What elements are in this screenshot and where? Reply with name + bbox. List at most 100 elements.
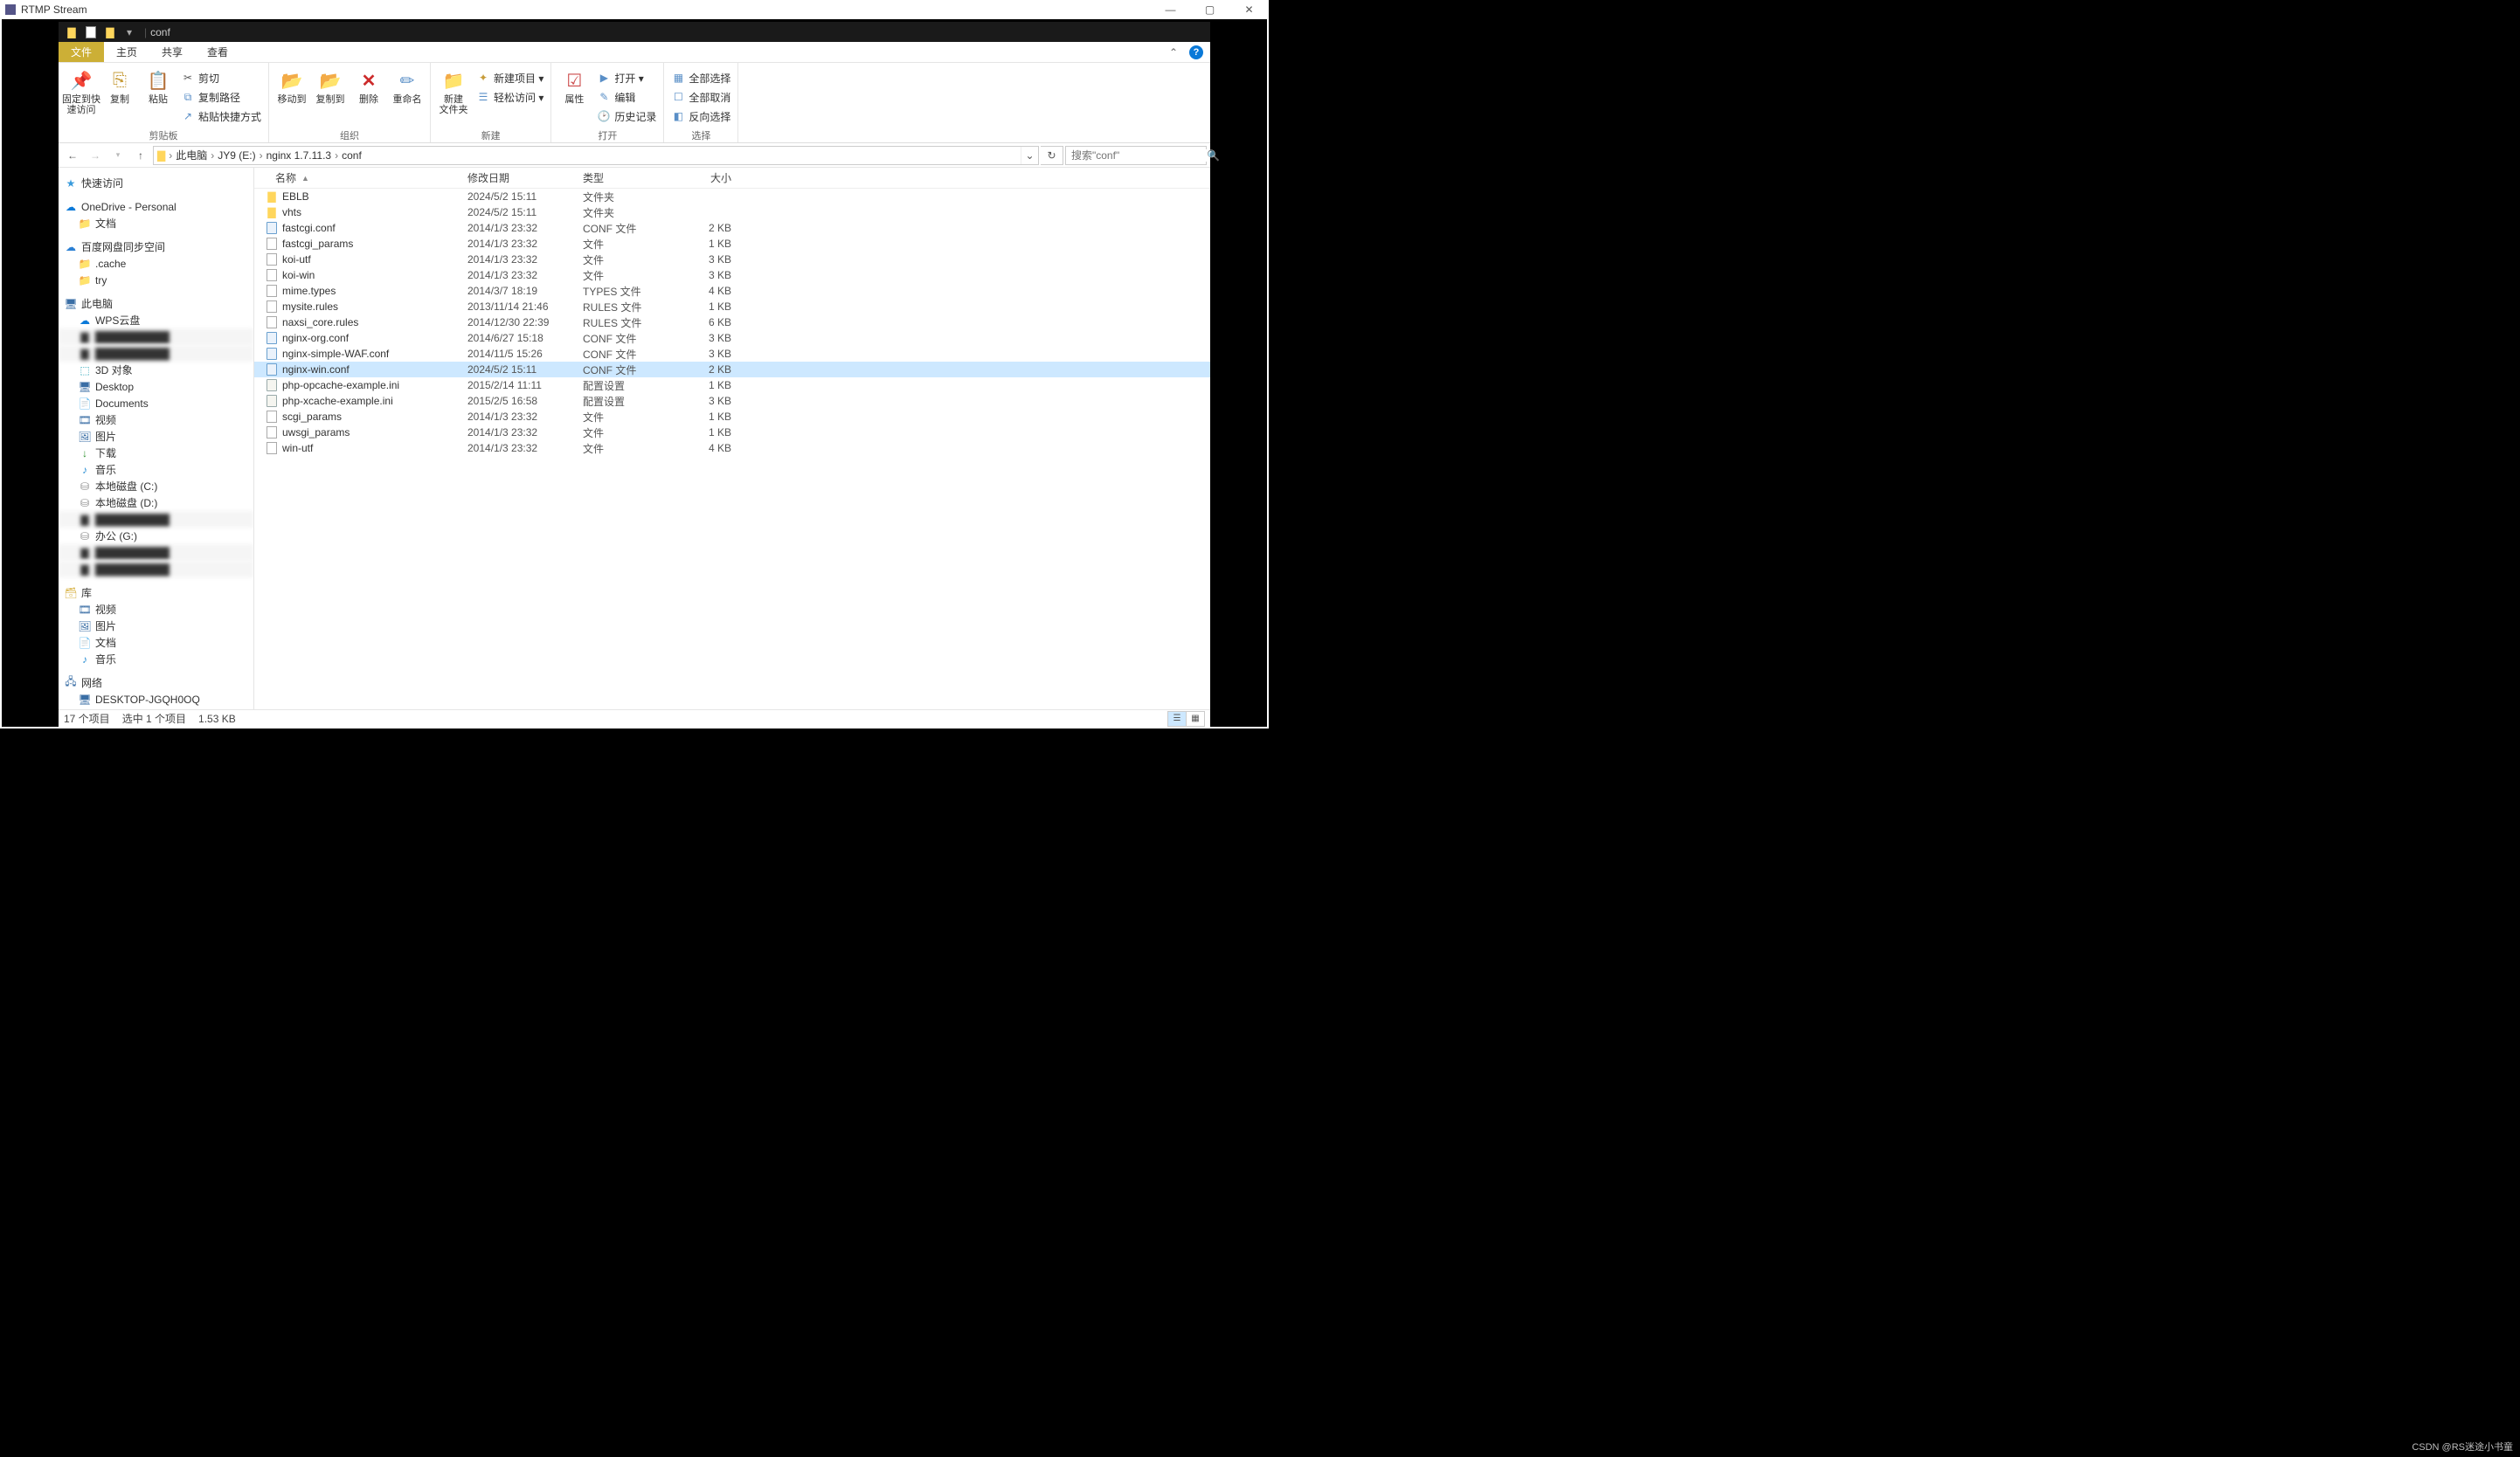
file-row[interactable]: php-xcache-example.ini2015/2/5 16:58配置设置…	[254, 393, 1210, 409]
nav-item[interactable]: ⛁本地磁盘 (C:)	[59, 478, 253, 494]
copypath-button[interactable]: ⧉复制路径	[177, 87, 265, 107]
nav-item[interactable]: ⛁办公 (G:)	[59, 528, 253, 544]
tab-share[interactable]: 共享	[149, 42, 195, 62]
nav-item[interactable]: ▇██████████	[59, 511, 253, 528]
nav-item[interactable]: 🖥DESKTOP-JGQH0OQ	[59, 691, 253, 708]
delete-button[interactable]: ✕删除	[350, 65, 388, 105]
selectall-button[interactable]: ▦全部选择	[668, 68, 734, 87]
file-row[interactable]: win-utf2014/1/3 23:32文件4 KB	[254, 440, 1210, 456]
search-input[interactable]	[1071, 149, 1207, 162]
invert-button[interactable]: ◧反向选择	[668, 107, 734, 126]
chevron-right-icon[interactable]: ›	[167, 149, 174, 162]
tab-file[interactable]: 文件	[59, 42, 104, 62]
nav-group-title[interactable]: ☁OneDrive - Personal	[59, 198, 253, 215]
nav-item[interactable]: ☁WPS云盘	[59, 312, 253, 328]
file-row[interactable]: mysite.rules2013/11/14 21:46RULES 文件1 KB	[254, 299, 1210, 314]
tab-home[interactable]: 主页	[104, 42, 149, 62]
cut-button[interactable]: ✂剪切	[177, 68, 265, 87]
history-button[interactable]: 🕑历史记录	[593, 107, 660, 126]
up-button[interactable]: ↑	[130, 145, 151, 166]
icons-view-button[interactable]: ▦	[1186, 711, 1205, 727]
search-box[interactable]: 🔍	[1065, 146, 1207, 165]
copy-button[interactable]: ⎘复制	[100, 65, 139, 105]
file-row[interactable]: ▇EBLB2024/5/2 15:11文件夹	[254, 189, 1210, 204]
nav-item[interactable]: 🖥Desktop	[59, 378, 253, 395]
nav-item[interactable]: 📁文档	[59, 215, 253, 231]
file-row[interactable]: nginx-simple-WAF.conf2014/11/5 15:26CONF…	[254, 346, 1210, 362]
file-row[interactable]: php-opcache-example.ini2015/2/14 11:11配置…	[254, 377, 1210, 393]
newitem-button[interactable]: ✦新建项目 ▾	[473, 68, 547, 87]
nav-item[interactable]: 📁.cache	[59, 255, 253, 272]
close-button[interactable]: ✕	[1229, 0, 1269, 19]
nav-item[interactable]: 📁try	[59, 272, 253, 288]
properties-button[interactable]: ☑属性	[555, 65, 593, 105]
col-type[interactable]: 类型	[583, 170, 682, 185]
search-icon[interactable]: 🔍	[1207, 149, 1220, 162]
chevron-right-icon[interactable]: ›	[258, 149, 265, 162]
minimize-button[interactable]: —	[1151, 0, 1190, 19]
file-row[interactable]: uwsgi_params2014/1/3 23:32文件1 KB	[254, 425, 1210, 440]
breadcrumb-seg[interactable]: 此电脑	[174, 148, 209, 162]
nav-group-title[interactable]: ☁百度网盘同步空间	[59, 238, 253, 255]
file-row[interactable]: nginx-org.conf2014/6/27 15:18CONF 文件3 KB	[254, 330, 1210, 346]
file-row[interactable]: scgi_params2014/1/3 23:32文件1 KB	[254, 409, 1210, 425]
file-row[interactable]: koi-win2014/1/3 23:32文件3 KB	[254, 267, 1210, 283]
nav-item[interactable]: ▇██████████	[59, 345, 253, 362]
chevron-right-icon[interactable]: ›	[333, 149, 340, 162]
edit-button[interactable]: ✎编辑	[593, 87, 660, 107]
back-button[interactable]: ←	[62, 145, 83, 166]
nav-item[interactable]: 📄文档	[59, 634, 253, 651]
copyto-button[interactable]: 📂复制到	[311, 65, 350, 105]
nav-item[interactable]: ♪音乐	[59, 461, 253, 478]
maximize-button[interactable]: ▢	[1190, 0, 1229, 19]
chevron-right-icon[interactable]: ›	[209, 149, 216, 162]
col-name[interactable]: 名称▲	[254, 170, 467, 185]
nav-item[interactable]: 🖼图片	[59, 618, 253, 634]
nav-item[interactable]: 📄Documents	[59, 395, 253, 411]
nav-item[interactable]: 🎞视频	[59, 411, 253, 428]
nav-item[interactable]: ↓下载	[59, 445, 253, 461]
breadcrumb[interactable]: ▇ › 此电脑 › JY9 (E:) › nginx 1.7.11.3 › co…	[153, 146, 1039, 165]
newfolder-button[interactable]: 📁新建文件夹	[434, 65, 473, 115]
breadcrumb-seg[interactable]: JY9 (E:)	[216, 149, 257, 162]
help-icon[interactable]: ?	[1189, 45, 1203, 59]
col-size[interactable]: 大小	[682, 170, 738, 185]
file-row[interactable]: koi-utf2014/1/3 23:32文件3 KB	[254, 252, 1210, 267]
breadcrumb-seg[interactable]: nginx 1.7.11.3	[265, 149, 334, 162]
nav-item[interactable]: ▇██████████	[59, 328, 253, 345]
shortcut-button[interactable]: ↗粘贴快捷方式	[177, 107, 265, 126]
address-dropdown-icon[interactable]: ⌄	[1021, 147, 1038, 164]
nav-group-title[interactable]: ★快速访问	[59, 175, 253, 191]
nav-tree[interactable]: ★快速访问 ☁OneDrive - Personal📁文档 ☁百度网盘同步空间📁.c…	[59, 168, 254, 709]
file-row[interactable]: ▇vhts2024/5/2 15:11文件夹	[254, 204, 1210, 220]
nav-item[interactable]: ⬚3D 对象	[59, 362, 253, 378]
moveto-button[interactable]: 📂移动到	[273, 65, 311, 105]
qat-dropdown-icon[interactable]: ▾	[121, 24, 137, 40]
paste-button[interactable]: 📋粘贴	[139, 65, 177, 105]
nav-item[interactable]: ▇██████████	[59, 561, 253, 577]
easy-button[interactable]: ☰轻松访问 ▾	[473, 87, 547, 107]
nav-group-title[interactable]: 🖥此电脑	[59, 295, 253, 312]
file-row[interactable]: fastcgi.conf2014/1/3 23:32CONF 文件2 KB	[254, 220, 1210, 236]
nav-item[interactable]: ⛁本地磁盘 (D:)	[59, 494, 253, 511]
selectnone-button[interactable]: ☐全部取消	[668, 87, 734, 107]
breadcrumb-seg[interactable]: conf	[340, 149, 363, 162]
col-date[interactable]: 修改日期	[467, 170, 583, 185]
file-row[interactable]: mime.types2014/3/7 18:19TYPES 文件4 KB	[254, 283, 1210, 299]
forward-button[interactable]: →	[85, 145, 106, 166]
file-row[interactable]: naxsi_core.rules2014/12/30 22:39RULES 文件…	[254, 314, 1210, 330]
rename-button[interactable]: ✏重命名	[388, 65, 426, 105]
nav-item[interactable]: ▇██████████	[59, 544, 253, 561]
file-row[interactable]: nginx-win.conf2024/5/2 15:11CONF 文件2 KB	[254, 362, 1210, 377]
recent-dropdown[interactable]: ▾	[107, 145, 128, 166]
nav-item[interactable]: ♪音乐	[59, 651, 253, 667]
open-button[interactable]: ▶打开 ▾	[593, 68, 660, 87]
nav-group-title[interactable]: 🗃库	[59, 584, 253, 601]
nav-item[interactable]: 🎞视频	[59, 601, 253, 618]
details-view-button[interactable]: ☰	[1167, 711, 1187, 727]
nav-group-title[interactable]: 🖧网络	[59, 674, 253, 691]
file-row[interactable]: fastcgi_params2014/1/3 23:32文件1 KB	[254, 236, 1210, 252]
pin-button[interactable]: 📌固定到快速访问	[62, 65, 100, 115]
refresh-button[interactable]: ↻	[1041, 146, 1063, 165]
tab-view[interactable]: 查看	[195, 42, 240, 62]
